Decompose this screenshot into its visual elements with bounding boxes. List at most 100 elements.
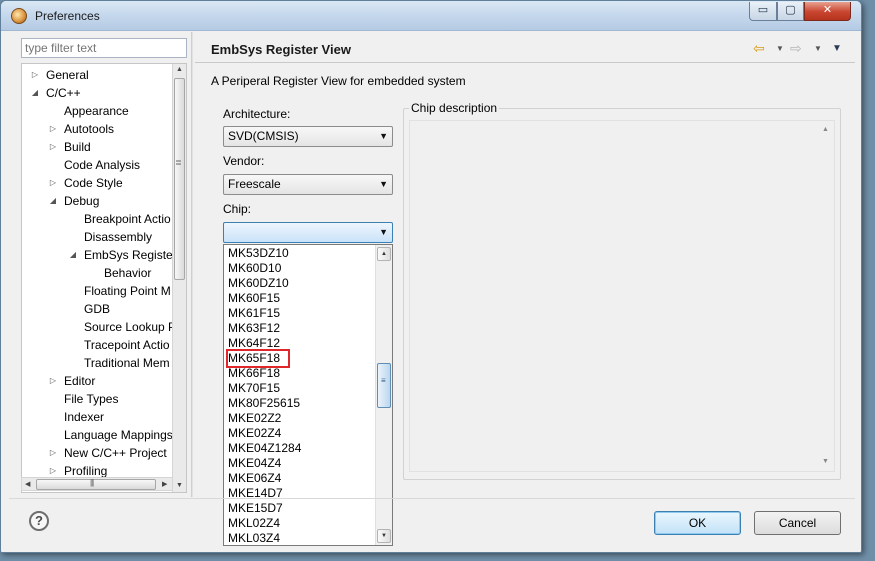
expand-arrow-icon[interactable]: ▷: [48, 372, 58, 390]
chip-list-item[interactable]: MK61F15: [228, 306, 280, 321]
chip-list-item[interactable]: MK66F18: [228, 366, 280, 381]
tree-item[interactable]: ▷ Autotools: [22, 120, 174, 138]
chip-list-item[interactable]: MK60F15: [228, 291, 280, 306]
scroll-up-icon[interactable]: ▲: [377, 247, 391, 261]
vendor-label: Vendor:: [223, 154, 265, 168]
chip-list-item[interactable]: MKL03Z4: [228, 531, 280, 545]
tree-item[interactable]: ▷ New C/C++ Project: [22, 444, 174, 462]
tree-hscroll-thumb[interactable]: [36, 479, 156, 490]
expand-arrow-icon[interactable]: ▷: [48, 174, 58, 192]
chip-combo[interactable]: ▼: [223, 222, 393, 243]
scroll-left-icon[interactable]: ◀: [25, 480, 30, 488]
chip-list-item[interactable]: MK80F25615: [228, 396, 300, 411]
chevron-down-icon: ▼: [379, 227, 388, 237]
filter-input[interactable]: [21, 38, 187, 58]
back-arrow-icon[interactable]: ⇦: [753, 40, 765, 57]
vendor-combo[interactable]: Freescale ▼: [223, 174, 393, 195]
architecture-combo[interactable]: SVD(CMSIS) ▼: [223, 126, 393, 147]
scroll-right-icon[interactable]: ▶: [162, 480, 167, 488]
tree-item[interactable]: Source Lookup P: [22, 318, 176, 336]
close-button[interactable]: ✕: [804, 2, 851, 21]
chip-list-item[interactable]: MK70F15: [228, 381, 280, 396]
tree-item-label: Tracepoint Actio: [84, 338, 170, 352]
chip-list-item[interactable]: MK60DZ10: [228, 276, 289, 291]
splitter-sash[interactable]: [191, 32, 193, 497]
tree-item-label: Breakpoint Actio: [84, 212, 171, 226]
grip-icon: ═ ═: [176, 158, 181, 168]
tree-item[interactable]: ▷ Code Style: [22, 174, 174, 192]
chip-description-text[interactable]: [409, 120, 835, 472]
preference-tree: ▷ Profiling ▷ New C/C++ Project Language Map…: [21, 63, 187, 493]
tree-item[interactable]: ▷ General: [22, 66, 174, 84]
tree-item[interactable]: Code Analysis: [22, 156, 174, 174]
tree-item[interactable]: File Types: [22, 390, 174, 408]
chip-list-item[interactable]: MK53DZ10: [228, 246, 289, 261]
scroll-down-icon[interactable]: ▼: [822, 458, 829, 465]
tree-item[interactable]: ◢ Debug: [22, 192, 174, 210]
tree-item[interactable]: Floating Point M: [22, 282, 174, 300]
cancel-button[interactable]: Cancel: [754, 511, 841, 535]
maximize-button[interactable]: ▢: [777, 2, 804, 21]
collapse-arrow-icon[interactable]: ◢: [30, 84, 40, 102]
tree-item-label: Disassembly: [84, 230, 153, 244]
tree-item[interactable]: ◢ EmbSys Register: [22, 246, 177, 264]
tree-item[interactable]: Traditional Mem: [22, 354, 174, 372]
minimize-button[interactable]: ▭: [749, 2, 777, 21]
scroll-down-icon[interactable]: ▼: [377, 529, 391, 543]
tree-item[interactable]: GDB: [22, 300, 174, 318]
title-bar[interactable]: Preferences ▭ ▢ ✕: [1, 1, 861, 31]
chip-list-item[interactable]: MKE04Z4: [228, 456, 281, 471]
chip-list-item[interactable]: MKL02Z4: [228, 516, 280, 531]
tree-item-label: Code Style: [64, 176, 123, 190]
tree-vertical-scrollbar[interactable]: ▲ ═ ═ ▼: [172, 64, 186, 492]
chip-list-item[interactable]: MKE02Z2: [228, 411, 281, 426]
tree-item[interactable]: ▷ Editor: [22, 372, 174, 390]
tree-item[interactable]: Indexer: [22, 408, 174, 426]
tree-item-label: General: [46, 68, 89, 82]
chip-description-scrollbar[interactable]: ▲ ▼: [817, 120, 835, 472]
tree-item[interactable]: ▷ Build: [22, 138, 174, 156]
expand-arrow-icon[interactable]: ▷: [48, 444, 58, 462]
chip-list-item[interactable]: MKE02Z4: [228, 426, 281, 441]
tree-item-label: Autotools: [64, 122, 115, 136]
forward-arrow-icon[interactable]: ⇨: [790, 40, 802, 57]
scroll-up-icon[interactable]: ▲: [822, 126, 829, 133]
back-history-dropdown-icon[interactable]: ▼: [776, 44, 784, 53]
tree-item[interactable]: Breakpoint Actio: [22, 210, 174, 228]
tree-scroll-thumb[interactable]: [174, 78, 185, 280]
expand-arrow-icon[interactable]: ▷: [48, 138, 58, 156]
scroll-down-icon[interactable]: ▼: [176, 482, 183, 489]
button-bar-separator: [9, 498, 855, 499]
chip-list-scroll-thumb[interactable]: ≡: [377, 363, 391, 408]
chip-list-item[interactable]: MK65F18: [226, 349, 290, 368]
ok-button[interactable]: OK: [654, 511, 741, 535]
view-menu-icon[interactable]: ▼: [832, 43, 842, 54]
forward-history-dropdown-icon[interactable]: ▼: [814, 44, 822, 53]
window-title: Preferences: [35, 9, 100, 23]
tree-item-label: Traditional Mem: [84, 356, 170, 370]
tree-item[interactable]: Disassembly: [22, 228, 174, 246]
chip-dropdown-list[interactable]: MKL03Z4 MKL02Z4 MKE15D7 MKE14D7 MKE06Z4 MKE04…: [223, 244, 393, 546]
expand-arrow-icon[interactable]: ▷: [30, 66, 40, 84]
chip-list-item[interactable]: MK63F12: [228, 321, 280, 336]
tree-item[interactable]: Appearance: [22, 102, 174, 120]
chip-list-item[interactable]: MKE06Z4: [228, 471, 281, 486]
chip-list-scrollbar[interactable]: ▲ ≡ ▼: [375, 245, 392, 545]
tree-item[interactable]: ◢ C/C++: [22, 84, 174, 102]
tree-item[interactable]: Tracepoint Actio: [22, 336, 174, 354]
collapse-arrow-icon[interactable]: ◢: [48, 192, 58, 210]
chip-list-item[interactable]: MK64F12: [228, 336, 280, 351]
tree-item[interactable]: Behavior: [22, 264, 174, 282]
expand-arrow-icon[interactable]: ▷: [48, 120, 58, 138]
chip-list-item[interactable]: MKE04Z1284: [228, 441, 301, 456]
chip-list-item[interactable]: MK60D10: [228, 261, 281, 276]
grip-icon: |||: [90, 478, 94, 487]
tree-horizontal-scrollbar[interactable]: ◀ ||| ▶: [21, 477, 173, 491]
collapse-arrow-icon[interactable]: ◢: [68, 246, 78, 264]
tree-item[interactable]: Language Mappings: [22, 426, 174, 444]
app-icon: [11, 8, 27, 24]
scroll-up-icon[interactable]: ▲: [176, 66, 183, 73]
tree-item-label: EmbSys Register: [84, 248, 177, 262]
chip-list-item[interactable]: MKE15D7: [228, 501, 283, 516]
help-icon[interactable]: ?: [29, 511, 49, 531]
